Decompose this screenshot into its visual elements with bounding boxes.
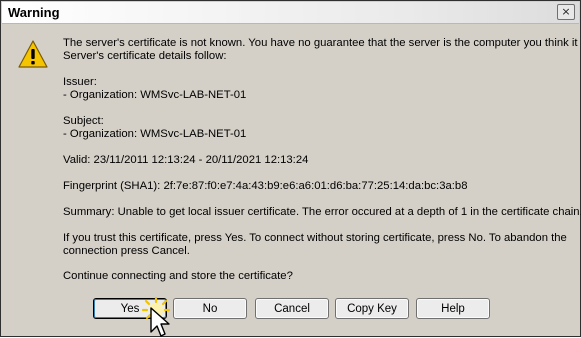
validity-period: Valid: 23/11/2011 12:13:24 - 20/11/2021 … [63, 154, 309, 166]
issuer-label: Issuer: [63, 76, 97, 88]
subject-label: Subject: [63, 115, 104, 127]
warning-icon [18, 40, 48, 68]
fingerprint-text: Fingerprint (SHA1): 2f:7e:87:f0:e7:4a:43… [63, 180, 468, 192]
dialog-body: The server's certificate is not known. Y… [2, 24, 581, 335]
yes-button[interactable]: Yes [93, 298, 167, 319]
window-title: Warning [8, 5, 60, 20]
copy-key-button[interactable]: Copy Key [335, 298, 409, 319]
message-line-1: The server's certificate is not known. Y… [63, 37, 581, 49]
trust-instructions-line-2: connection press Cancel. [63, 245, 190, 257]
cancel-button[interactable]: Cancel [255, 298, 329, 319]
title-bar[interactable]: Warning × [2, 2, 579, 24]
no-button[interactable]: No [173, 298, 247, 319]
confirm-question: Continue connecting and store the certif… [63, 270, 293, 282]
message-line-2: Server's certificate details follow: [63, 50, 227, 62]
summary-text: Summary: Unable to get local issuer cert… [63, 206, 581, 218]
trust-instructions-line-1: If you trust this certificate, press Yes… [63, 232, 567, 244]
issuer-organization: - Organization: WMSvc-LAB-NET-01 [63, 89, 247, 101]
help-button[interactable]: Help [416, 298, 490, 319]
warning-dialog: Warning × The server's certificate is no… [0, 0, 581, 337]
subject-organization: - Organization: WMSvc-LAB-NET-01 [63, 128, 247, 140]
close-button[interactable]: × [557, 4, 575, 20]
